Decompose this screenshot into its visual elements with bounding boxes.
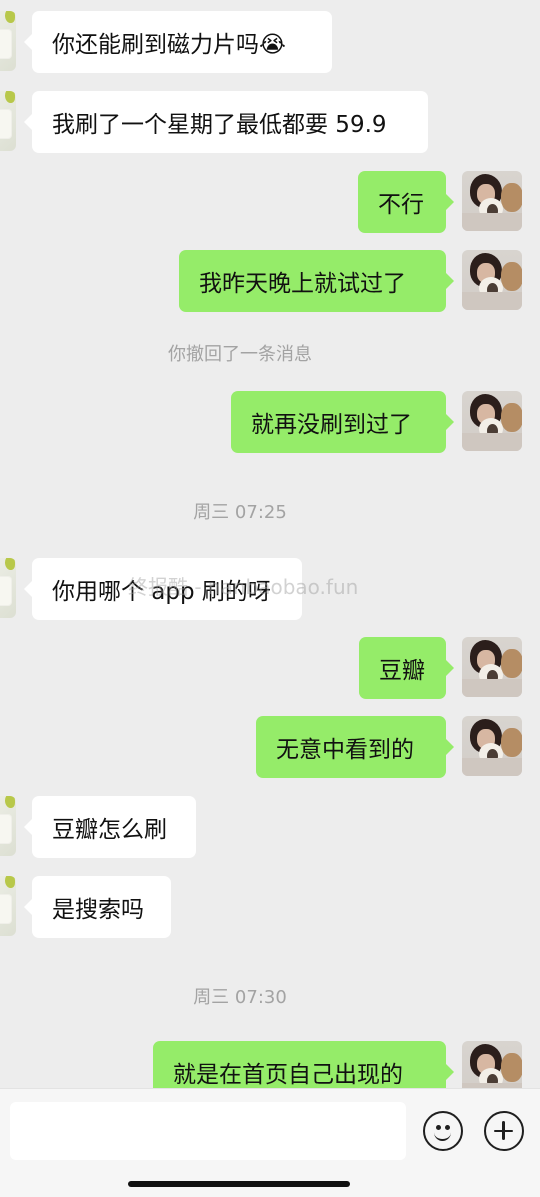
message-text: 是搜索吗	[52, 897, 144, 923]
plus-vertical	[502, 1121, 505, 1140]
avatar-shirt	[462, 213, 522, 231]
time-stamp: 周三 07:25	[193, 502, 287, 523]
contact-avatar[interactable]	[0, 11, 16, 71]
system-message: 你撤回了一条消息	[168, 344, 312, 365]
user-avatar[interactable]	[462, 1041, 522, 1088]
outgoing-message[interactable]: 无意中看到的	[256, 716, 454, 778]
user-avatar[interactable]	[462, 716, 522, 776]
message-text: 你还能刷到磁力片吗😭	[52, 32, 286, 58]
avatar-bear	[501, 262, 522, 291]
user-avatar[interactable]	[462, 250, 522, 310]
leaf-shape	[5, 558, 15, 570]
contact-avatar[interactable]	[0, 796, 16, 856]
outgoing-message[interactable]: 我昨天晚上就试过了	[179, 250, 454, 312]
avatar-bear	[501, 649, 522, 678]
leaf-shape	[5, 11, 15, 23]
leaf-shape	[5, 91, 15, 103]
avatar-shirt	[462, 679, 522, 697]
message-text: 豆瓣	[379, 658, 425, 684]
emoji-mouth	[434, 1130, 451, 1141]
avatar-shirt	[462, 433, 522, 451]
avatar-bear	[501, 728, 522, 757]
message-text: 我刷了一个星期了最低都要 59.9	[52, 112, 387, 138]
message-text: 无意中看到的	[276, 737, 414, 763]
avatar-shirt	[462, 758, 522, 776]
leaf-shape	[5, 876, 15, 888]
cup-shape	[0, 109, 12, 139]
contact-avatar[interactable]	[0, 558, 16, 618]
avatar-bear	[501, 183, 522, 212]
time-stamp: 周三 07:30	[193, 987, 287, 1008]
avatar-shirt	[462, 292, 522, 310]
leaf-shape	[5, 796, 15, 808]
message-text: 就是在首页自己出现的	[173, 1062, 403, 1088]
cup-shape	[0, 29, 12, 59]
user-avatar[interactable]	[462, 171, 522, 231]
message-input[interactable]	[10, 1102, 406, 1160]
cup-shape	[0, 814, 12, 844]
cup-shape	[0, 894, 12, 924]
outgoing-message[interactable]: 不行	[358, 171, 454, 233]
message-text: 豆瓣怎么刷	[52, 817, 167, 843]
avatar-bear	[501, 1053, 522, 1082]
contact-avatar[interactable]	[0, 91, 16, 151]
incoming-message[interactable]: 是搜索吗	[24, 876, 171, 938]
cup-shape	[0, 576, 12, 606]
message-text: 就再没刷到过了	[251, 412, 412, 438]
incoming-message[interactable]: 豆瓣怎么刷	[24, 796, 196, 858]
contact-avatar[interactable]	[0, 876, 16, 936]
outgoing-message[interactable]: 豆瓣	[359, 637, 454, 699]
message-text: 我昨天晚上就试过了	[199, 271, 406, 297]
message-text: 不行	[378, 192, 424, 218]
incoming-message[interactable]: 我刷了一个星期了最低都要 59.9	[24, 91, 428, 153]
incoming-message[interactable]: 你还能刷到磁力片吗😭	[24, 11, 332, 73]
plus-icon[interactable]	[484, 1111, 524, 1151]
home-indicator	[128, 1181, 350, 1187]
avatar-bear	[501, 403, 522, 432]
outgoing-message[interactable]: 就再没刷到过了	[231, 391, 454, 453]
outgoing-message[interactable]: 就是在首页自己出现的	[153, 1041, 454, 1088]
chat-history: 你还能刷到磁力片吗😭 我刷了一个星期了最低都要 59.9 不行 我昨天晚上就试过…	[0, 0, 540, 1088]
watermark: 终报酷 - nanbaobao.fun	[128, 575, 359, 599]
user-avatar[interactable]	[462, 391, 522, 451]
emoji-icon[interactable]	[423, 1111, 463, 1151]
user-avatar[interactable]	[462, 637, 522, 697]
